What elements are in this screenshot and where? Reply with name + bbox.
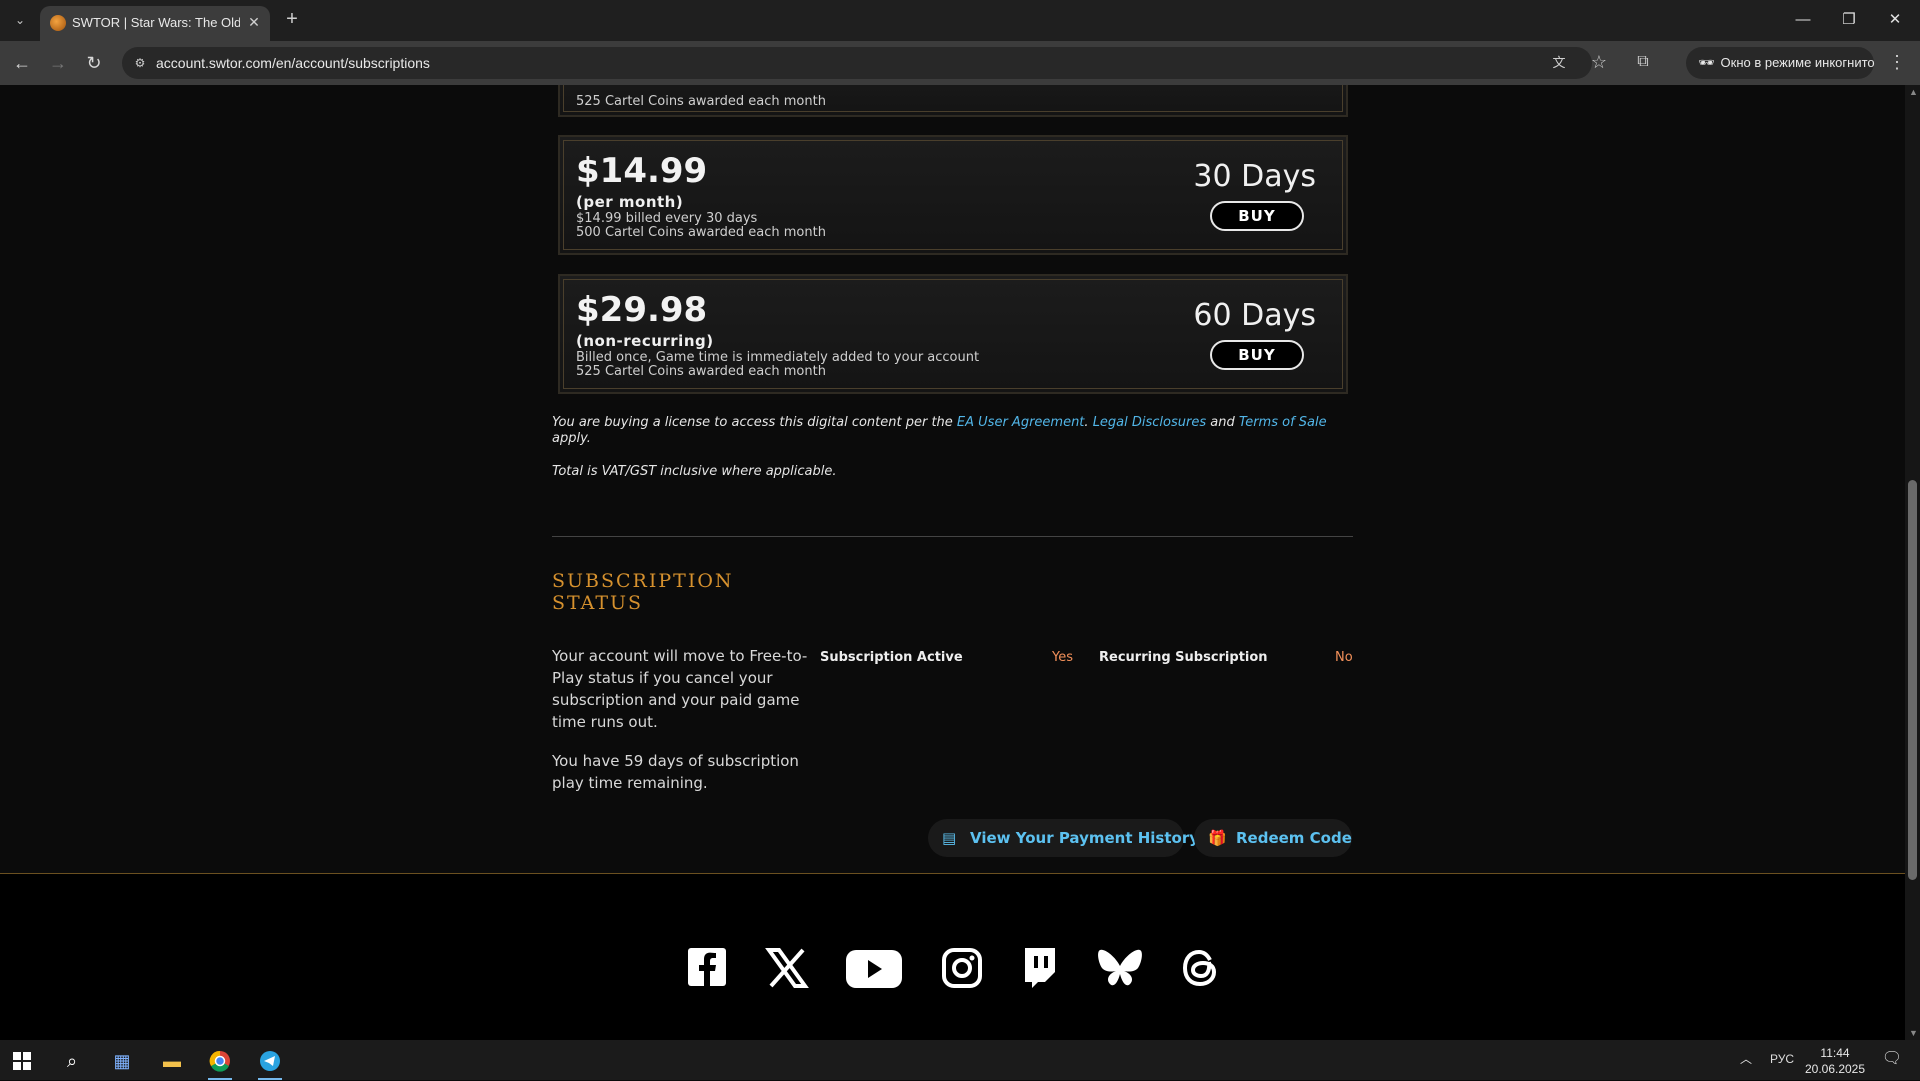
- subscription-status-heading: SUBSCRIPTION STATUS: [552, 570, 792, 614]
- input-language[interactable]: РУС: [1770, 1052, 1794, 1066]
- tab-close-icon[interactable]: ✕: [245, 13, 263, 31]
- tab-search-chevron-icon[interactable]: ⌄: [8, 8, 32, 32]
- page-viewport: 525 Cartel Coins awarded each month $14.…: [0, 85, 1905, 1040]
- search-icon[interactable]: ⌕: [52, 1046, 92, 1076]
- legal-separator: .: [1084, 415, 1093, 430]
- address-bar[interactable]: ⚙ account.swtor.com/en/account/subscript…: [122, 47, 1592, 79]
- subscription-active-label: Subscription Active: [820, 650, 963, 665]
- tray-chevron-up-icon[interactable]: ︿: [1740, 1050, 1752, 1067]
- twitch-icon[interactable]: [1019, 944, 1059, 992]
- days-remaining-notice: You have 59 days of subscription play ti…: [552, 752, 799, 792]
- plan-detail-billing: $14.99 billed every 30 days: [576, 211, 758, 226]
- scrollbar-thumb[interactable]: [1908, 480, 1917, 880]
- license-notice-suffix: apply.: [552, 431, 591, 446]
- facebook-icon[interactable]: [686, 944, 728, 992]
- calculator-icon[interactable]: ▦: [102, 1046, 142, 1076]
- gift-icon: 🎁: [1208, 829, 1227, 847]
- browser-tab-bar: ⌄ SWTOR | Star Wars: The Old Re ✕ + — ❐ …: [0, 0, 1920, 41]
- heading-line-1: SUBSCRIPTION: [552, 570, 734, 592]
- clock-date: 20.06.2025: [1804, 1062, 1866, 1076]
- file-explorer-icon[interactable]: ▬: [152, 1046, 192, 1076]
- chrome-icon[interactable]: [200, 1046, 240, 1080]
- youtube-icon[interactable]: [844, 944, 904, 992]
- tab-title: SWTOR | Star Wars: The Old Re: [72, 15, 240, 30]
- windows-taskbar: ⌕ ▦ ▬ ︿ РУС 11:44 20.06.2025 🗨: [0, 1040, 1920, 1080]
- plan-duration: 60 Days: [1193, 298, 1316, 333]
- instagram-icon[interactable]: [940, 944, 984, 992]
- plan-duration: 30 Days: [1193, 159, 1316, 194]
- license-notice: You are buying a license to access this …: [552, 415, 1352, 447]
- plan-period: (non-recurring): [576, 332, 714, 350]
- page-footer: [0, 873, 1905, 1040]
- section-divider: [552, 536, 1353, 537]
- view-payment-history-button[interactable]: ▤ View Your Payment History: [928, 819, 1199, 857]
- bluesky-icon[interactable]: [1096, 944, 1144, 992]
- extensions-puzzle-icon[interactable]: ⧉: [1632, 51, 1654, 73]
- new-tab-plus-icon[interactable]: +: [280, 8, 304, 32]
- buy-button-60-days[interactable]: BUY: [1210, 340, 1304, 370]
- incognito-icon: 🕶: [1698, 55, 1715, 70]
- plan-card-partial: 525 Cartel Coins awarded each month: [558, 85, 1348, 117]
- legal-separator: and: [1206, 415, 1239, 430]
- scroll-up-arrow-icon[interactable]: ▲: [1909, 87, 1918, 97]
- threads-icon[interactable]: [1179, 944, 1221, 992]
- payment-history-label: View Your Payment History: [970, 829, 1200, 847]
- close-window-icon[interactable]: ✕: [1872, 0, 1918, 40]
- reload-icon[interactable]: ↻: [80, 49, 108, 77]
- browser-tab-active[interactable]: SWTOR | Star Wars: The Old Re ✕: [40, 6, 270, 41]
- plan-detail-billing: Billed once, Game time is immediately ad…: [576, 350, 980, 365]
- terms-of-sale-link[interactable]: Terms of Sale: [1239, 415, 1327, 430]
- x-twitter-icon[interactable]: [765, 944, 809, 992]
- site-info-icon[interactable]: ⚙: [132, 55, 148, 71]
- url-text[interactable]: account.swtor.com/en/account/subscriptio…: [156, 55, 430, 71]
- back-arrow-icon[interactable]: ←: [8, 49, 36, 77]
- plan-period: (per month): [576, 193, 684, 211]
- notifications-icon[interactable]: 🗨: [1880, 1048, 1904, 1072]
- windows-start-icon[interactable]: [2, 1046, 42, 1076]
- plan-detail-coins: 525 Cartel Coins awarded each month: [576, 364, 826, 379]
- subscription-active-value: Yes: [1052, 650, 1073, 665]
- plan-price: $29.98: [576, 290, 708, 330]
- translate-icon[interactable]: 文: [1549, 53, 1569, 73]
- recurring-subscription-value: No: [1335, 650, 1353, 665]
- plan-card-30-days: $14.99 (per month) $14.99 billed every 3…: [558, 135, 1348, 255]
- redeem-code-button[interactable]: 🎁 Redeem Code: [1194, 819, 1352, 857]
- receipt-icon: ▤: [942, 829, 957, 847]
- bookmark-star-icon[interactable]: ☆: [1588, 51, 1610, 73]
- free-to-play-notice: Your account will move to Free-to-Play s…: [552, 647, 808, 731]
- license-notice-prefix: You are buying a license to access this …: [552, 415, 957, 430]
- heading-line-2: STATUS: [552, 592, 644, 614]
- clock-time: 11:44: [1820, 1046, 1850, 1060]
- legal-disclosures-link[interactable]: Legal Disclosures: [1093, 415, 1206, 430]
- plan-detail-coins: 500 Cartel Coins awarded each month: [576, 225, 826, 240]
- telegram-icon[interactable]: [250, 1046, 290, 1080]
- ea-user-agreement-link[interactable]: EA User Agreement: [957, 415, 1085, 430]
- forward-arrow-icon[interactable]: →: [44, 49, 72, 77]
- taskbar-clock[interactable]: 11:44 20.06.2025: [1800, 1045, 1870, 1077]
- incognito-label: Окно в режиме инкогнито: [1720, 55, 1875, 70]
- browser-menu-icon[interactable]: ⋮: [1886, 51, 1908, 73]
- vat-notice: Total is VAT/GST inclusive where applica…: [552, 464, 837, 479]
- recurring-subscription-label: Recurring Subscription: [1099, 650, 1268, 665]
- restore-window-icon[interactable]: ❐: [1826, 0, 1872, 40]
- scroll-down-arrow-icon[interactable]: ▼: [1909, 1028, 1918, 1038]
- swtor-favicon-icon: [50, 15, 66, 31]
- plan-detail: 525 Cartel Coins awarded each month: [576, 94, 826, 109]
- page-scrollbar[interactable]: ▲ ▼: [1905, 85, 1920, 1040]
- buy-button-30-days[interactable]: BUY: [1210, 201, 1304, 231]
- plan-card-60-days: $29.98 (non-recurring) Billed once, Game…: [558, 274, 1348, 394]
- plan-price: $14.99: [576, 151, 708, 191]
- incognito-indicator[interactable]: 🕶 Окно в режиме инкогнито: [1686, 47, 1875, 79]
- minimize-window-icon[interactable]: —: [1780, 0, 1826, 40]
- redeem-code-label: Redeem Code: [1236, 829, 1352, 847]
- browser-toolbar: ← → ↻ ⚙ account.swtor.com/en/account/sub…: [0, 41, 1920, 85]
